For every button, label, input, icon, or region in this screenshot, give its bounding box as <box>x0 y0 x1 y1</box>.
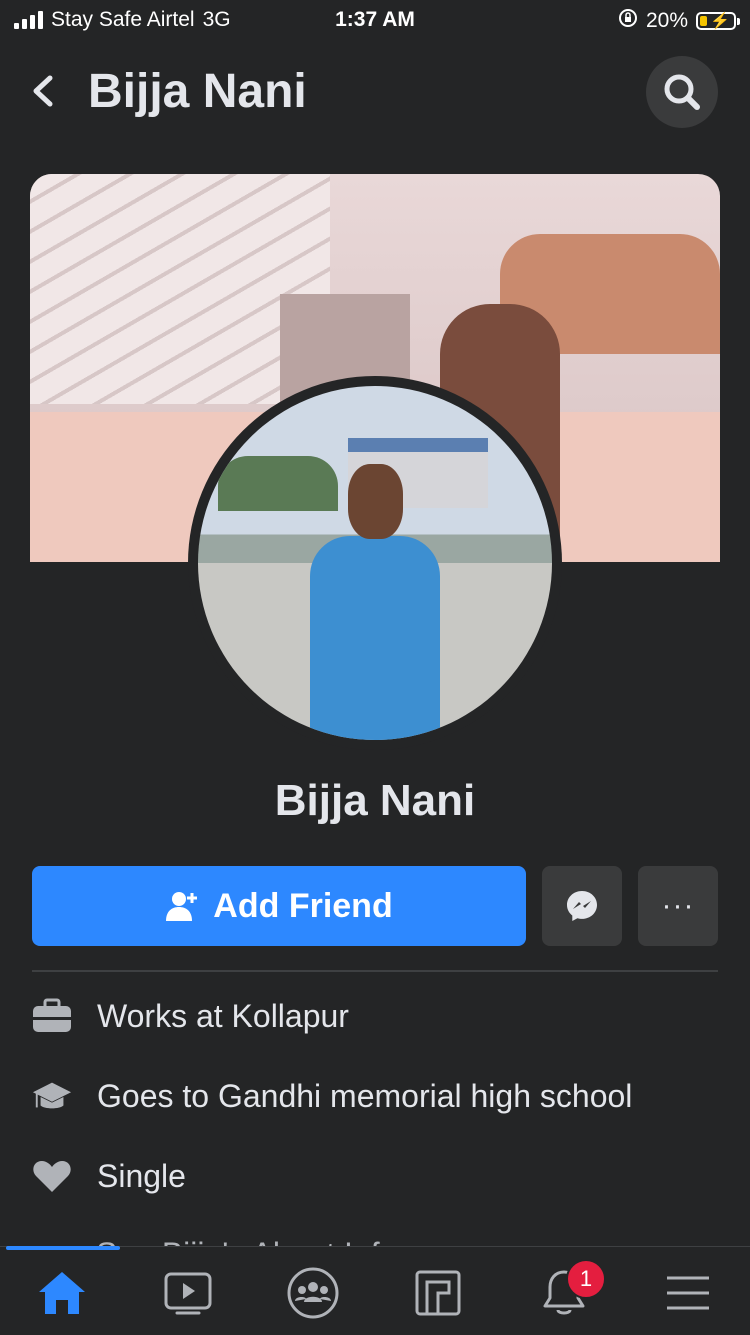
add-user-icon <box>166 892 198 921</box>
detail-prefix: Goes to <box>97 1077 218 1114</box>
graduation-cap-icon <box>32 1076 72 1116</box>
groups-icon <box>287 1267 339 1319</box>
more-options-button[interactable]: ··· <box>638 866 718 946</box>
detail-value: Gandhi memorial high school <box>217 1077 633 1114</box>
status-right: 20% ⚡ <box>618 8 740 34</box>
tab-watch[interactable] <box>158 1265 218 1321</box>
search-icon <box>664 74 700 110</box>
home-icon <box>39 1272 85 1314</box>
tab-groups[interactable] <box>283 1265 343 1321</box>
profile-photo <box>198 386 552 740</box>
add-friend-button[interactable]: Add Friend <box>32 866 526 946</box>
profile-header: Bijja Nani <box>0 56 750 130</box>
briefcase-icon <box>32 996 72 1036</box>
add-friend-label: Add Friend <box>213 886 393 925</box>
avatar[interactable] <box>188 376 562 750</box>
tab-menu[interactable] <box>658 1265 718 1321</box>
chevron-left-icon <box>33 75 53 107</box>
battery-icon: ⚡ <box>696 12 740 30</box>
messenger-icon <box>567 891 597 921</box>
orientation-lock-icon <box>618 8 638 34</box>
search-button[interactable] <box>646 56 718 128</box>
pages-icon <box>415 1270 461 1316</box>
messenger-button[interactable] <box>542 866 622 946</box>
page-title: Bijja Nani <box>88 65 307 118</box>
status-bar: Stay Safe Airtel 3G 1:37 AM 20% ⚡ <box>0 0 750 42</box>
more-options-label: ··· <box>661 889 695 922</box>
detail-relationship: Single <box>32 1146 186 1206</box>
detail-work: Works at Kollapur <box>32 986 349 1046</box>
heart-icon <box>32 1156 72 1196</box>
tab-pages[interactable] <box>408 1265 468 1321</box>
divider <box>32 970 718 972</box>
profile-name: Bijja Nani <box>274 776 476 825</box>
detail-value: Kollapur <box>231 997 349 1034</box>
hamburger-menu-icon <box>667 1276 709 1310</box>
notification-badge: 1 <box>566 1259 606 1299</box>
bottom-tab-bar: 1 <box>0 1246 750 1335</box>
detail-prefix: Works at <box>97 997 232 1034</box>
battery-percent: 20% <box>645 9 688 32</box>
tab-home[interactable] <box>32 1265 92 1321</box>
detail-education: Goes to Gandhi memorial high school <box>32 1066 632 1126</box>
detail-value: Single <box>97 1157 186 1194</box>
back-button[interactable] <box>24 66 64 116</box>
video-icon <box>164 1272 212 1315</box>
active-tab-indicator <box>6 1246 120 1250</box>
